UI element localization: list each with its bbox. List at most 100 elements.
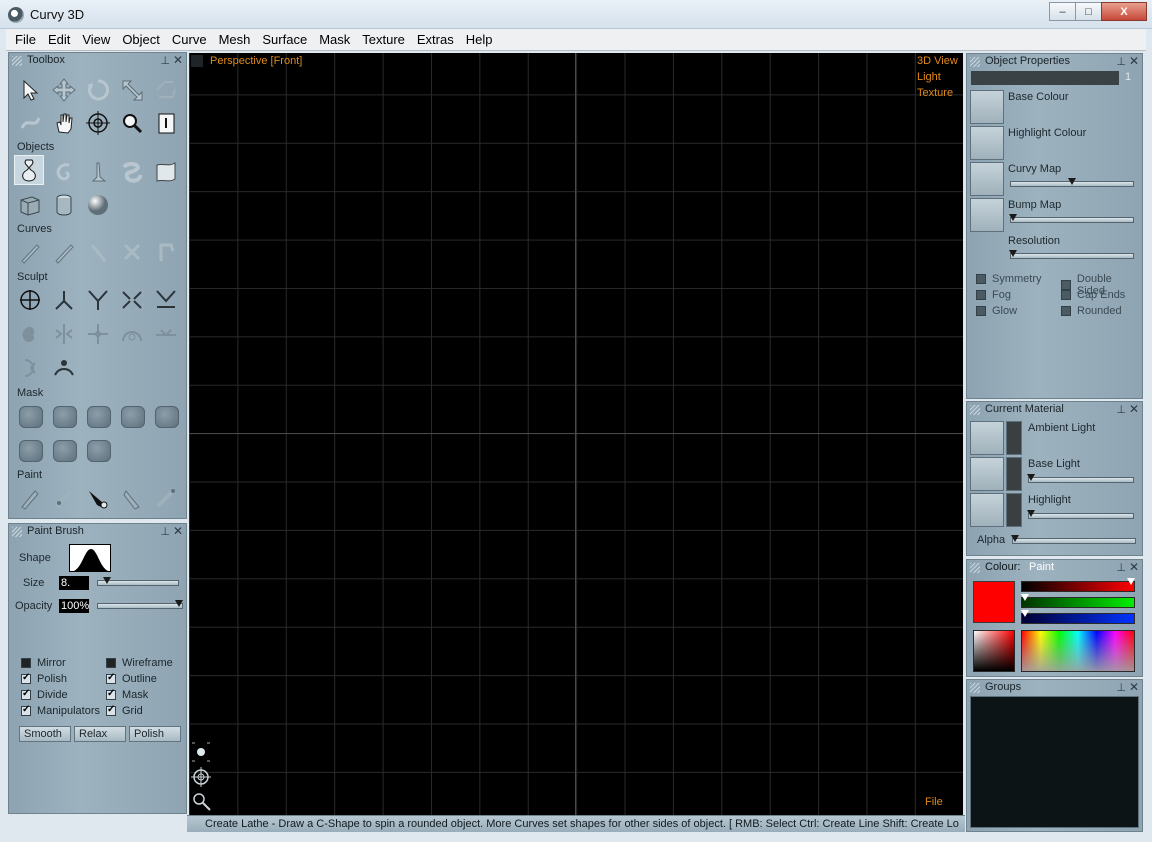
grip-icon[interactable]: [970, 563, 980, 573]
relax-button[interactable]: Relax: [74, 726, 126, 742]
sculpt-pinch-icon[interactable]: [117, 285, 147, 315]
highlight-thumb[interactable]: [970, 493, 1004, 527]
reference-image-icon[interactable]: [151, 108, 181, 138]
option-mirror[interactable]: Mirror: [21, 657, 66, 669]
sculpt-pull-icon[interactable]: [49, 285, 79, 315]
pin-icon[interactable]: ⊥: [1116, 403, 1126, 416]
grip-icon[interactable]: [12, 527, 22, 537]
mask-tool-icon[interactable]: [19, 406, 43, 428]
curvy-map-thumb[interactable]: [970, 162, 1004, 196]
slider-handle[interactable]: [1068, 178, 1076, 185]
checkbox[interactable]: [21, 704, 31, 716]
checkbox[interactable]: [21, 688, 31, 700]
polish-button[interactable]: Polish: [129, 726, 181, 742]
checkbox[interactable]: [106, 704, 116, 716]
checkbox[interactable]: [976, 306, 986, 316]
select-arrow-icon[interactable]: [15, 75, 45, 105]
sphere-object-icon[interactable]: [83, 190, 113, 220]
option-symmetry[interactable]: Symmetry: [976, 273, 1042, 285]
sculpt-flatten-icon[interactable]: [151, 319, 181, 349]
highlight-slider[interactable]: [1027, 510, 1134, 519]
weld-icon[interactable]: [15, 108, 45, 138]
green-channel-slider[interactable]: [1021, 594, 1135, 608]
mask-tool-icon[interactable]: [19, 440, 43, 462]
orbit-target-icon[interactable]: [83, 108, 113, 138]
cut-curve-icon[interactable]: [117, 237, 147, 267]
light-bulb-icon[interactable]: [190, 741, 212, 763]
viewport-menu-3d-view[interactable]: 3D View: [917, 55, 958, 67]
mask-tool-icon[interactable]: [53, 406, 77, 428]
panel-header[interactable]: Colour: Paint ⊥ ✕: [967, 560, 1142, 576]
menu-help[interactable]: Help: [460, 32, 499, 47]
pin-icon[interactable]: ⊥: [1116, 561, 1126, 574]
rotate-icon[interactable]: [83, 75, 113, 105]
opacity-slider[interactable]: [97, 600, 183, 609]
mask-tool-icon[interactable]: [87, 406, 111, 428]
ambient-light-thumb[interactable]: [970, 421, 1004, 455]
checkbox[interactable]: [976, 274, 986, 284]
sculpt-smooth-icon[interactable]: [49, 353, 79, 383]
lathe-object-icon[interactable]: [14, 155, 44, 185]
zoom-magnifier-icon[interactable]: [117, 108, 147, 138]
checkbox[interactable]: [21, 658, 31, 668]
sculpt-crease-icon[interactable]: [151, 285, 181, 315]
scale-icon[interactable]: [117, 75, 147, 105]
close-panel-icon[interactable]: ✕: [1129, 54, 1139, 68]
option-manipulators[interactable]: Manipulators: [21, 704, 100, 717]
checkbox[interactable]: [106, 658, 116, 668]
panel-header[interactable]: Groups ⊥ ✕: [967, 680, 1142, 696]
sculpt-target-icon[interactable]: [15, 285, 45, 315]
menu-mask[interactable]: Mask: [313, 32, 356, 47]
curvy-map-slider[interactable]: [1010, 178, 1134, 187]
pan-hand-icon[interactable]: [49, 108, 79, 138]
alpha-slider[interactable]: [1011, 535, 1136, 544]
colour-mode[interactable]: Paint: [1029, 561, 1054, 573]
tube-object-icon[interactable]: [117, 157, 147, 187]
checkbox[interactable]: [21, 672, 31, 684]
option-mask[interactable]: Mask: [106, 688, 148, 701]
close-panel-icon[interactable]: ✕: [1129, 402, 1139, 416]
groups-list[interactable]: [970, 696, 1139, 828]
orbit-icon[interactable]: [190, 766, 212, 788]
hue-picker[interactable]: [1021, 630, 1135, 672]
slider-handle[interactable]: [103, 577, 111, 584]
spiral-object-icon[interactable]: [49, 157, 79, 187]
grip-icon[interactable]: [970, 405, 980, 415]
smooth-curve-icon[interactable]: [83, 237, 113, 267]
minimize-icon[interactable]: –: [1049, 2, 1076, 21]
mask-tool-icon[interactable]: [155, 406, 179, 428]
viewport-menu-texture[interactable]: Texture: [917, 87, 953, 99]
blue-channel-slider[interactable]: [1021, 610, 1135, 624]
close-panel-icon[interactable]: ✕: [1129, 680, 1139, 694]
pin-icon[interactable]: ⊥: [160, 525, 170, 538]
sheet-object-icon[interactable]: [151, 157, 181, 187]
paint-brush-icon[interactable]: [15, 483, 45, 513]
sculpt-distribute-icon[interactable]: [83, 319, 113, 349]
shade-picker[interactable]: [973, 630, 1015, 672]
viewport-corner-icon[interactable]: [191, 55, 203, 67]
3d-viewport[interactable]: Perspective [Front] 3D View Light Texture …: [189, 53, 963, 815]
draw-curve-icon[interactable]: [15, 237, 45, 267]
option-fog[interactable]: Fog: [976, 289, 1011, 301]
checkbox[interactable]: [106, 672, 116, 684]
option-outline[interactable]: Outline: [106, 672, 157, 685]
size-input[interactable]: 8.: [59, 576, 89, 590]
slider-handle[interactable]: [1011, 535, 1019, 542]
size-slider[interactable]: [97, 577, 179, 586]
opacity-input[interactable]: 100%: [59, 599, 89, 613]
panel-header[interactable]: Current Material ⊥ ✕: [967, 402, 1142, 418]
zoom-icon[interactable]: [190, 790, 212, 812]
slider-handle[interactable]: [1021, 610, 1029, 617]
paint-smudge-icon[interactable]: [49, 483, 79, 513]
pin-icon[interactable]: ⊥: [160, 54, 170, 67]
menu-object[interactable]: Object: [116, 32, 166, 47]
sculpt-spread-icon[interactable]: [49, 319, 79, 349]
view-mode-label[interactable]: Perspective [Front]: [210, 55, 302, 67]
red-channel-slider[interactable]: [1021, 578, 1135, 592]
maximize-icon[interactable]: □: [1075, 2, 1102, 21]
slider-handle[interactable]: [1021, 594, 1029, 601]
option-divide[interactable]: Divide: [21, 688, 68, 701]
slider-handle[interactable]: [1009, 250, 1017, 257]
slider-handle[interactable]: [175, 600, 183, 607]
menu-extras[interactable]: Extras: [411, 32, 460, 47]
